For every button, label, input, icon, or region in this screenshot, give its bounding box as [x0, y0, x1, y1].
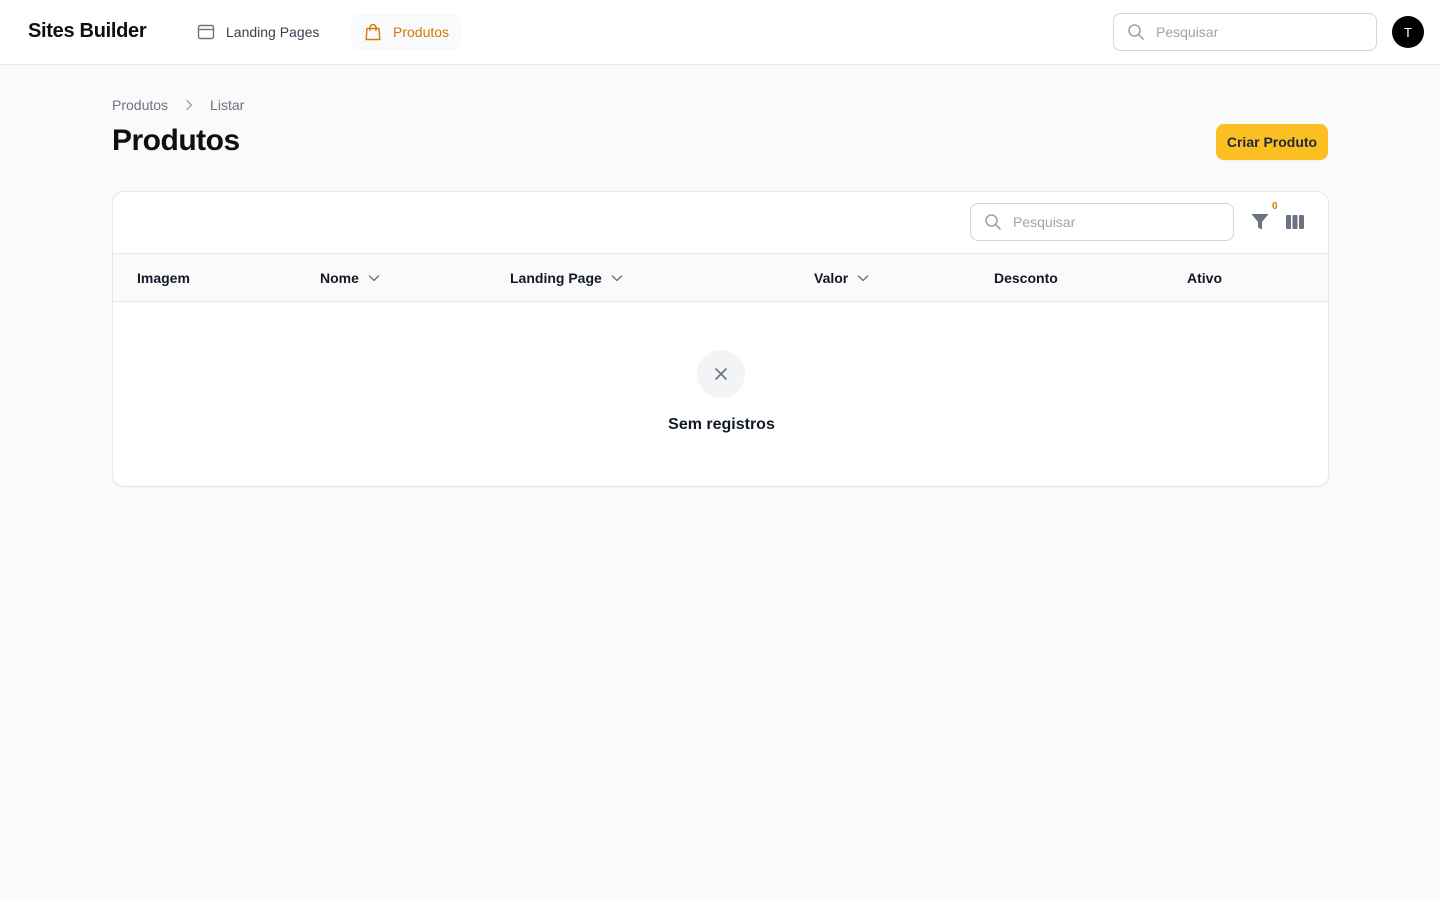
breadcrumb: Produtos Listar	[112, 97, 244, 113]
column-header-ativo: Ativo	[1187, 254, 1222, 302]
chevron-down-icon	[611, 275, 622, 282]
breadcrumb-item-listar: Listar	[210, 97, 245, 113]
nav-item-label: Landing Pages	[226, 24, 320, 40]
nav-item-label: Produtos	[393, 24, 450, 40]
page-title: Produtos	[112, 124, 240, 157]
filter-icon[interactable]	[1249, 211, 1271, 233]
column-header-landing-page[interactable]: Landing Page	[510, 254, 624, 302]
column-header-label: Imagem	[137, 270, 190, 286]
table-header: Imagem Nome Landing Page Valor Desconto …	[113, 253, 1328, 302]
empty-state-message: Sem registros	[668, 416, 775, 433]
chevron-right-icon	[186, 99, 193, 111]
column-header-label: Nome	[320, 270, 359, 286]
brand-logo[interactable]: Sites Builder	[28, 20, 147, 43]
search-icon	[1128, 24, 1144, 40]
column-header-label: Desconto	[994, 270, 1058, 286]
empty-state-icon	[697, 350, 745, 398]
column-header-desconto: Desconto	[994, 254, 1058, 302]
column-header-imagem: Imagem	[137, 254, 190, 302]
user-avatar[interactable]: T	[1392, 16, 1424, 48]
table-search[interactable]	[970, 203, 1234, 241]
chevron-down-icon	[858, 275, 869, 282]
columns-icon[interactable]	[1285, 212, 1305, 232]
window-icon	[197, 24, 215, 40]
create-product-button[interactable]: Criar Produto	[1216, 124, 1328, 160]
shopping-bag-icon	[365, 23, 381, 41]
search-icon	[985, 214, 1001, 230]
column-header-nome[interactable]: Nome	[320, 254, 381, 302]
table-search-input[interactable]	[1013, 214, 1213, 230]
global-search[interactable]	[1113, 13, 1377, 51]
global-search-input[interactable]	[1156, 24, 1356, 40]
filter-count-badge[interactable]: 0	[1272, 201, 1278, 212]
column-header-label: Landing Page	[510, 270, 602, 286]
chevron-down-icon	[368, 275, 380, 282]
column-header-label: Valor	[814, 270, 849, 286]
column-header-label: Ativo	[1187, 270, 1222, 286]
nav-item-landing-pages[interactable]: Landing Pages	[184, 14, 331, 50]
close-icon	[715, 368, 727, 380]
top-bar: Sites Builder Landing Pages Produtos T	[0, 0, 1440, 65]
breadcrumb-item-produtos[interactable]: Produtos	[112, 97, 168, 113]
nav-item-produtos[interactable]: Produtos	[351, 14, 462, 50]
column-header-valor[interactable]: Valor	[814, 254, 870, 302]
products-table-card: 0 Imagem Nome Landing Page Valor	[112, 191, 1329, 487]
